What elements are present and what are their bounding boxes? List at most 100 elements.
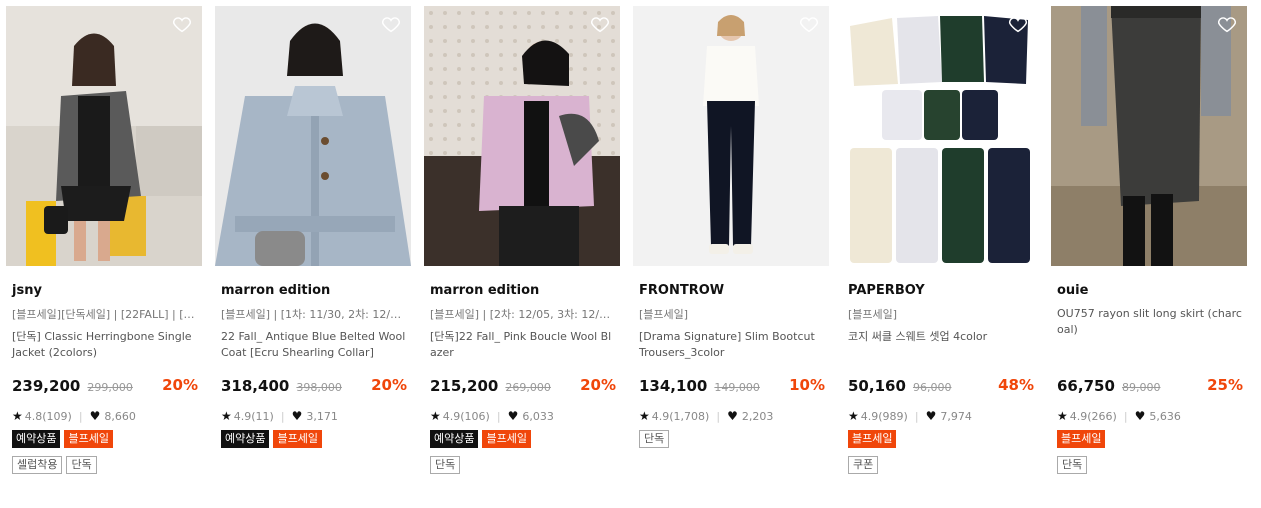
wishlist-button[interactable] — [171, 13, 193, 35]
likes-count: 7,974 — [940, 409, 972, 423]
badge-group: 단독 — [633, 430, 829, 448]
original-price: 89,000 — [1121, 381, 1161, 394]
heart-outline-icon — [591, 17, 609, 33]
star-icon: ★ — [639, 409, 650, 423]
product-photo — [424, 6, 620, 266]
divider: | — [280, 409, 285, 423]
brand-name[interactable]: jsny — [6, 283, 202, 298]
original-price: 269,000 — [505, 381, 551, 394]
rating-text: 4.9(989) — [860, 409, 908, 423]
wishlist-button[interactable] — [1007, 13, 1029, 35]
product-tags: [블프세일][단독세일] | [22FALL] | [1... — [12, 308, 201, 321]
original-price: 398,000 — [296, 381, 342, 394]
likes-count: 2,203 — [741, 409, 774, 423]
product-title[interactable]: OU757 rayon slit long skirt (charcoal) — [1051, 306, 1247, 338]
product-card[interactable]: marron edition [블프세일] | [1차: 11/30, 2차: … — [215, 6, 411, 448]
badge-preorder: 예약상품 — [430, 430, 479, 448]
sale-price: 318,400 — [221, 377, 290, 395]
original-price: 299,000 — [87, 381, 133, 394]
product-photo — [6, 6, 202, 266]
likes-count: 6,033 — [522, 409, 554, 423]
heart-outline-icon — [1218, 17, 1236, 33]
product-tags: [블프세일] | [2차: 12/05, 3차: 12/09 ... — [430, 308, 620, 321]
heart-filled-icon: ♥ — [507, 409, 519, 423]
brand-name[interactable]: marron edition — [215, 283, 411, 298]
heart-outline-icon — [800, 17, 818, 33]
sale-price: 134,100 — [639, 377, 708, 395]
brand-name[interactable]: PAPERBOY — [842, 283, 1038, 298]
discount-rate: 48% — [998, 376, 1034, 394]
product-title[interactable]: 코지 써클 스웨트 셋업 4color — [842, 329, 1038, 361]
product-image[interactable] — [1051, 6, 1247, 266]
product-photo — [1051, 6, 1247, 266]
product-title[interactable]: [단독] Classic Herringbone Single Jacket (… — [6, 329, 202, 361]
product-stats: ★ 4.8(109) | ♥ 8,660 — [6, 408, 202, 424]
badge-group: 예약상품 블프세일 단독 — [424, 430, 620, 474]
wishlist-button[interactable] — [798, 13, 820, 35]
heart-filled-icon: ♥ — [1134, 409, 1146, 423]
discount-rate: 10% — [789, 376, 825, 394]
badge-sale: 블프세일 — [1057, 430, 1106, 448]
product-card[interactable]: ouie OU757 rayon slit long skirt (charco… — [1051, 6, 1247, 474]
product-card[interactable]: FRONTROW [블프세일] [Drama Signature] Slim B… — [633, 6, 829, 448]
heart-filled-icon: ♥ — [291, 409, 303, 423]
product-stats: ★ 4.9(266) | ♥ 5,636 — [1051, 408, 1247, 424]
likes-count: 5,636 — [1149, 409, 1181, 423]
likes-count: 3,171 — [306, 409, 338, 423]
heart-outline-icon — [173, 17, 191, 33]
star-icon: ★ — [12, 409, 23, 423]
sale-price: 239,200 — [12, 377, 81, 395]
price-row: 134,100 149,000 10% — [633, 376, 829, 396]
product-image[interactable] — [424, 6, 620, 266]
price-row: 318,400 398,000 20% — [215, 376, 411, 396]
product-photo — [215, 6, 411, 266]
sale-price: 215,200 — [430, 377, 499, 395]
divider: | — [914, 409, 919, 423]
brand-name[interactable]: FRONTROW — [633, 283, 829, 298]
product-title[interactable]: [Drama Signature] Slim Bootcut Trousers_… — [633, 329, 829, 361]
heart-outline-icon — [382, 17, 400, 33]
original-price: 149,000 — [714, 381, 760, 394]
rating-text: 4.9(11) — [233, 409, 274, 423]
product-card[interactable]: jsny [블프세일][단독세일] | [22FALL] | [1... [단독… — [6, 6, 202, 474]
product-image[interactable] — [6, 6, 202, 266]
discount-rate: 20% — [162, 376, 198, 394]
badge-exclusive: 단독 — [639, 430, 670, 448]
sale-price: 50,160 — [848, 377, 906, 395]
rating-text: 4.9(266) — [1069, 409, 1117, 423]
badge-exclusive: 단독 — [1057, 456, 1088, 474]
rating-text: 4.9(1,708) — [651, 409, 710, 423]
product-photo — [842, 6, 1038, 266]
brand-name[interactable]: ouie — [1051, 283, 1247, 298]
wishlist-button[interactable] — [380, 13, 402, 35]
product-image[interactable] — [633, 6, 829, 266]
star-icon: ★ — [430, 409, 441, 423]
product-image[interactable] — [842, 6, 1038, 266]
wishlist-button[interactable] — [589, 13, 611, 35]
heart-filled-icon: ♥ — [89, 409, 101, 423]
product-grid: jsny [블프세일][단독세일] | [22FALL] | [1... [단독… — [0, 0, 1261, 508]
sale-price: 66,750 — [1057, 377, 1115, 395]
star-icon: ★ — [848, 409, 859, 423]
heart-outline-icon — [1009, 17, 1027, 33]
badge-group: 예약상품 블프세일 — [215, 430, 411, 448]
product-title[interactable]: [단독]22 Fall_ Pink Boucle Wool Blazer — [424, 329, 620, 361]
rating-text: 4.9(106) — [442, 409, 490, 423]
product-image[interactable] — [215, 6, 411, 266]
product-photo — [633, 6, 829, 266]
product-card[interactable]: PAPERBOY [블프세일] 코지 써클 스웨트 셋업 4color 50,1… — [842, 6, 1038, 474]
rating-text: 4.8(109) — [24, 409, 72, 423]
product-title[interactable]: 22 Fall_ Antique Blue Belted Wool Coat [… — [215, 329, 411, 361]
badge-exclusive: 단독 — [66, 456, 97, 474]
divider: | — [1123, 409, 1128, 423]
star-icon: ★ — [221, 409, 232, 423]
product-stats: ★ 4.9(106) | ♥ 6,033 — [424, 408, 620, 424]
original-price: 96,000 — [912, 381, 952, 394]
brand-name[interactable]: marron edition — [424, 283, 620, 298]
badge-group: 예약상품 블프세일 셀럽착용 단독 — [6, 430, 202, 474]
product-stats: ★ 4.9(11) | ♥ 3,171 — [215, 408, 411, 424]
product-tags: [블프세일] — [639, 308, 689, 321]
wishlist-button[interactable] — [1216, 13, 1238, 35]
price-row: 215,200 269,000 20% — [424, 376, 620, 396]
product-card[interactable]: marron edition [블프세일] | [2차: 12/05, 3차: … — [424, 6, 620, 474]
